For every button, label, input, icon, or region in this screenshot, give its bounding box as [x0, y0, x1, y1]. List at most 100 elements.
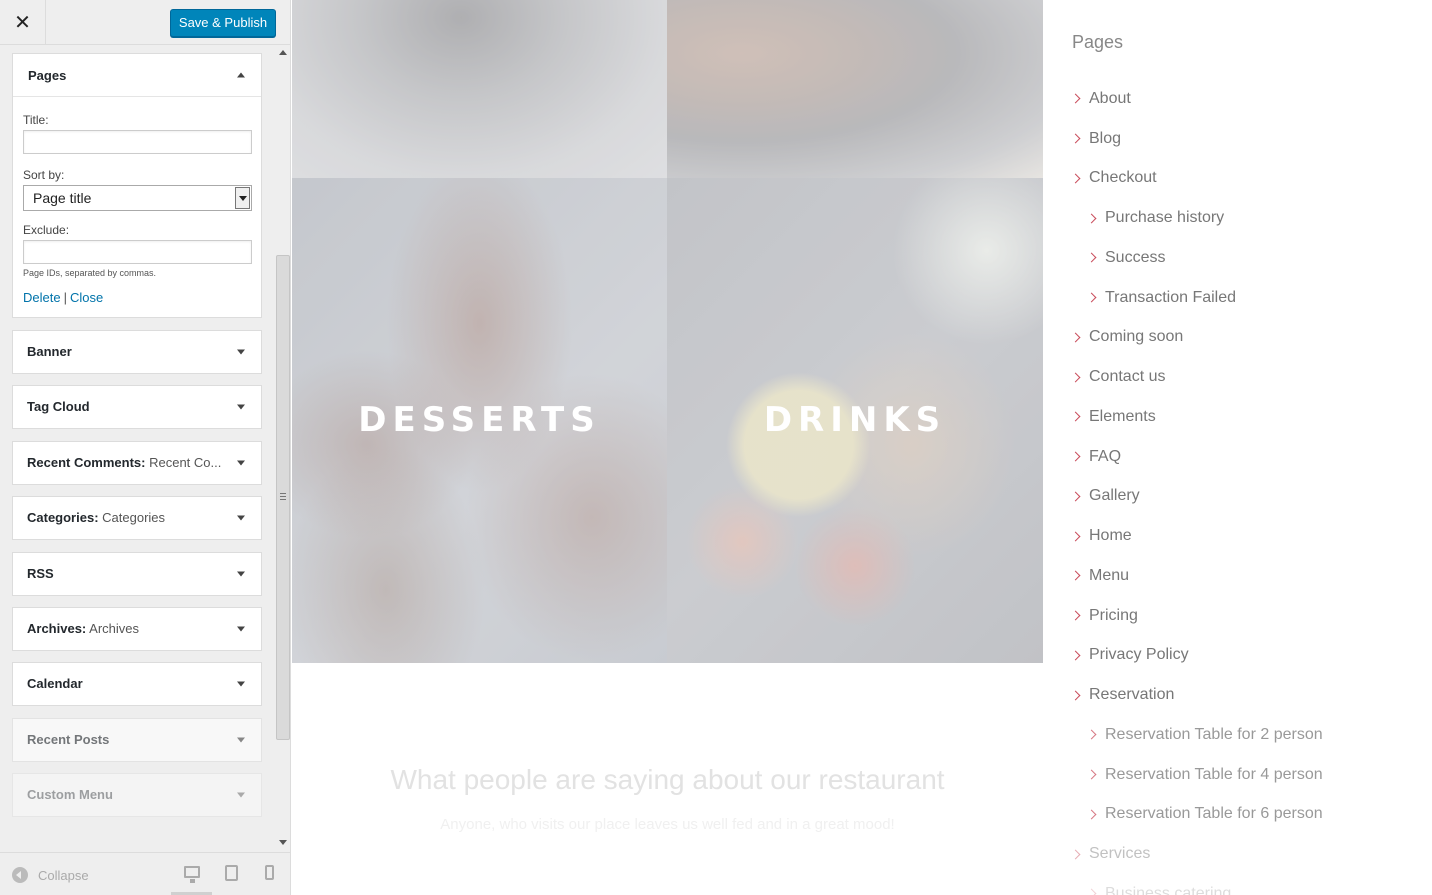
page-link[interactable]: Success — [1072, 238, 1323, 278]
page-label: Blog — [1089, 129, 1122, 147]
chevron-right-icon — [1070, 173, 1081, 184]
page-link[interactable]: Reservation Table for 4 person — [1072, 755, 1323, 795]
collapse-button[interactable]: Collapse — [12, 865, 89, 885]
expand-arrow-icon[interactable] — [237, 515, 245, 521]
widget-subtitle: Archives — [89, 620, 140, 636]
widget-title: Recent Comments: — [27, 454, 146, 470]
widget-recent-posts[interactable]: Recent Posts — [12, 717, 262, 762]
page-link[interactable]: FAQ — [1070, 437, 1323, 477]
page-link[interactable]: Reservation Table for 2 person — [1072, 715, 1323, 755]
page-link[interactable]: Business catering — [1072, 874, 1323, 895]
chevron-right-icon — [1086, 292, 1097, 303]
drinks-category[interactable]: DRINKS — [667, 178, 1043, 663]
sort-by-select[interactable]: Page title — [23, 185, 252, 211]
widget-title: Archives: — [27, 620, 87, 636]
page-label: Pricing — [1089, 606, 1138, 624]
page-label: FAQ — [1089, 447, 1122, 465]
chevron-right-icon — [1070, 411, 1081, 422]
desktop-icon[interactable] — [184, 866, 200, 883]
page-link[interactable]: Gallery — [1070, 477, 1323, 517]
chevron-right-icon — [1086, 213, 1097, 224]
expand-arrow-icon[interactable] — [237, 349, 245, 355]
widget-tag-cloud[interactable]: Tag Cloud — [12, 385, 262, 430]
dropdown-arrow-icon[interactable] — [235, 187, 250, 209]
page-link[interactable]: Checkout — [1070, 159, 1323, 199]
page-label: Coming soon — [1089, 328, 1184, 346]
page-label: Checkout — [1089, 169, 1157, 187]
page-label: Contact us — [1089, 368, 1166, 386]
widget-title: Tag Cloud — [27, 399, 90, 415]
widget-list: Pages Title: Sort by: Page title Exclude… — [12, 53, 262, 829]
expand-arrow-icon[interactable] — [237, 626, 245, 632]
widget-actions: Delete | Close — [23, 290, 251, 305]
page-link[interactable]: Blog — [1070, 119, 1323, 159]
expand-arrow-icon[interactable] — [237, 404, 245, 410]
sidebar-scrollbar[interactable] — [275, 45, 290, 850]
widget-categories[interactable]: Categories: Categories — [12, 496, 262, 541]
page-link[interactable]: Home — [1070, 516, 1323, 556]
chevron-right-icon — [1070, 531, 1081, 542]
widget-title: Pages — [28, 68, 67, 83]
page-link[interactable]: About — [1070, 79, 1323, 119]
expand-arrow-icon[interactable] — [237, 460, 245, 466]
tablet-icon[interactable] — [225, 865, 238, 881]
page-link[interactable]: Reservation — [1070, 675, 1323, 715]
page-link[interactable]: Coming soon — [1070, 318, 1323, 358]
scroll-up-arrow-icon[interactable] — [279, 50, 287, 55]
widget-rss[interactable]: RSS — [12, 551, 262, 596]
chevron-right-icon — [1086, 888, 1097, 895]
expand-arrow-icon[interactable] — [237, 737, 245, 743]
customizer-header: ✕ Save & Publish — [0, 0, 290, 45]
testimonials-title: What people are saying about our restaur… — [390, 764, 945, 795]
page-link[interactable]: Menu — [1070, 556, 1323, 596]
expand-arrow-icon[interactable] — [237, 681, 245, 687]
expand-arrow-icon[interactable] — [237, 792, 245, 798]
page-link[interactable]: Pricing — [1070, 596, 1323, 636]
page-link[interactable]: Purchase history — [1072, 198, 1323, 238]
testimonials-subtitle: Anyone, who visits our place leaves us w… — [440, 816, 895, 833]
title-input[interactable] — [23, 130, 252, 154]
exclude-label: Exclude: — [23, 223, 70, 237]
chevron-right-icon — [1070, 570, 1081, 581]
page-link[interactable]: Services — [1070, 834, 1323, 874]
widget-recent-comments[interactable]: Recent Comments: Recent Co... — [12, 440, 262, 485]
widget-title: Banner — [27, 344, 72, 359]
widget-archives[interactable]: Archives: Archives — [12, 606, 262, 651]
widget-calendar[interactable]: Calendar — [12, 662, 262, 707]
page-label: Gallery — [1089, 487, 1140, 505]
scroll-thumb[interactable] — [276, 255, 290, 740]
sort-by-value: Page title — [33, 190, 92, 206]
collapse-arrow-icon[interactable] — [237, 72, 245, 78]
page-link[interactable]: Contact us — [1070, 357, 1323, 397]
close-link[interactable]: Close — [70, 290, 103, 305]
scroll-down-arrow-icon[interactable] — [279, 840, 287, 845]
widget-subtitle: Categories — [102, 510, 166, 526]
delete-link[interactable]: Delete — [23, 290, 61, 305]
page-label: Reservation Table for 4 person — [1105, 765, 1323, 783]
widget-title: Custom Menu — [27, 787, 113, 803]
page-link[interactable]: Elements — [1070, 397, 1323, 437]
page-link[interactable]: Privacy Policy — [1070, 636, 1323, 676]
food-photo — [292, 0, 667, 178]
save-publish-button[interactable]: Save & Publish — [170, 9, 276, 37]
exclude-input[interactable] — [23, 240, 252, 264]
customizer-sidebar: ✕ Save & Publish Pages Title: Sort by: P… — [0, 0, 291, 895]
separator: | — [63, 290, 67, 305]
page-label: Home — [1089, 527, 1132, 545]
widget-pages-header[interactable]: Pages — [13, 54, 261, 97]
expand-arrow-icon[interactable] — [237, 571, 245, 577]
desserts-category[interactable]: DESSERTS — [292, 178, 667, 663]
mobile-icon[interactable] — [265, 865, 274, 880]
pages-heading: Pages — [1072, 32, 1124, 52]
page-label: Elements — [1089, 407, 1156, 425]
widget-title: Calendar — [27, 676, 83, 692]
chevron-right-icon — [1070, 491, 1081, 502]
widget-banner[interactable]: Banner — [12, 330, 262, 374]
close-icon[interactable]: ✕ — [0, 0, 46, 45]
page-link[interactable]: Reservation Table for 6 person — [1072, 795, 1323, 835]
widget-custom-menu[interactable]: Custom Menu — [12, 773, 262, 818]
collapse-label: Collapse — [38, 867, 89, 883]
widget-pages: Pages Title: Sort by: Page title Exclude… — [12, 53, 262, 318]
pages-widget-preview: Pages About Blog Checkout Purchase history S… — [1070, 0, 1432, 895]
page-link[interactable]: Transaction Failed — [1072, 278, 1323, 318]
